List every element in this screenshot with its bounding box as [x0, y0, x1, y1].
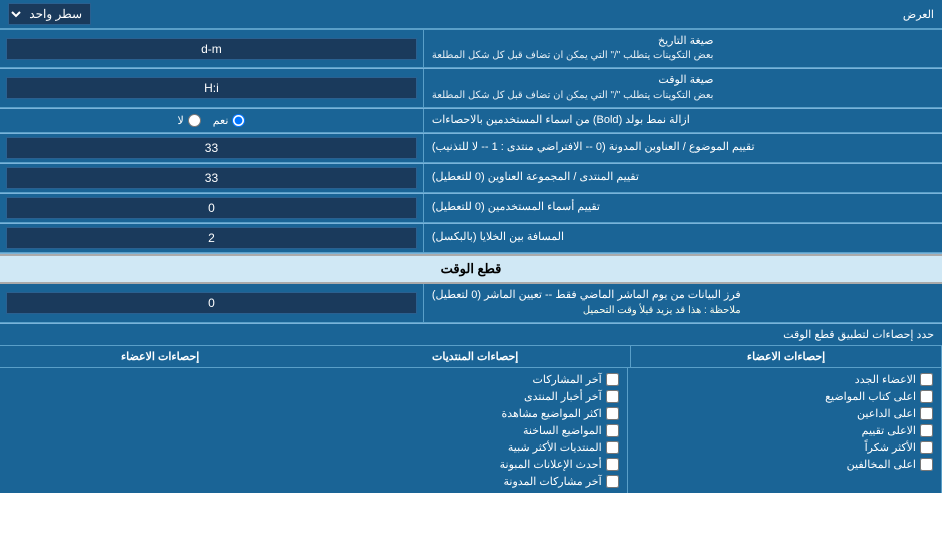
- checkboxes-col2-header: إحصاءات المنتديات: [320, 346, 631, 367]
- checkbox-new-members[interactable]: [920, 373, 933, 386]
- cell-spacing-row: المسافة بين الخلايا (بالبكسل): [0, 224, 942, 254]
- forum-sort-label: تقييم المنتدى / المجموعة العناوين (0 للت…: [424, 164, 942, 193]
- list-item: المواضيع الساخنة: [321, 422, 618, 439]
- date-format-label: صيغة التاريخ بعض التكوينات يتطلب "/" الت…: [424, 30, 942, 68]
- cell-spacing-input[interactable]: [6, 227, 417, 249]
- checkbox-hot-topics[interactable]: [606, 424, 619, 437]
- forum-sort-row: تقييم المنتدى / المجموعة العناوين (0 للت…: [0, 164, 942, 194]
- cell-spacing-input-cell: [0, 224, 424, 253]
- topic-sort-label: تقييم الموضوع / العناوين المدونة (0 -- ا…: [424, 134, 942, 163]
- user-sort-input[interactable]: [6, 197, 417, 219]
- checkboxes-col3-header: إحصاءات الاعضاء: [0, 346, 320, 367]
- stats-apply-label: حدد إحصاءات لتطبيق قطع الوقت: [8, 328, 934, 341]
- bold-remove-row: ازالة نمط بولد (Bold) من اسماء المستخدمي…: [0, 109, 942, 134]
- checkboxes-col1-header: إحصاءات الاعضاء: [631, 346, 942, 367]
- realtime-section-header: قطع الوقت: [0, 254, 942, 284]
- bold-remove-input-cell: نعم لا: [0, 109, 424, 133]
- time-format-row: صيغة الوقت بعض التكوينات يتطلب "/" التي …: [0, 69, 942, 108]
- checkboxes-grid: الاعضاء الجدد اعلى كتاب المواضيع اعلى ال…: [0, 368, 942, 493]
- realtime-row: فرز البيانات من يوم الماشر الماضي فقط --…: [0, 284, 942, 323]
- checkbox-most-active-forums[interactable]: [606, 441, 619, 454]
- checkboxes-col2: آخر المشاركات آخر أخبار المنتدى اكثر الم…: [313, 368, 627, 493]
- radio-no[interactable]: [188, 114, 201, 127]
- realtime-label: فرز البيانات من يوم الماشر الماضي فقط --…: [424, 284, 942, 322]
- forum-sort-input[interactable]: [6, 167, 417, 189]
- list-item: أحدث الإعلانات المبونة: [321, 456, 618, 473]
- checkbox-top-topic-writers[interactable]: [920, 390, 933, 403]
- date-format-input-cell: [0, 30, 424, 68]
- bold-remove-label: ازالة نمط بولد (Bold) من اسماء المستخدمي…: [424, 109, 942, 133]
- stats-apply-row: حدد إحصاءات لتطبيق قطع الوقت: [0, 324, 942, 346]
- list-item: آخر مشاركات المدونة: [321, 473, 618, 490]
- date-format-input[interactable]: [6, 38, 417, 60]
- forum-sort-input-cell: [0, 164, 424, 193]
- time-format-input[interactable]: [6, 77, 417, 99]
- checkbox-top-rated[interactable]: [920, 424, 933, 437]
- list-item: اعلى كتاب المواضيع: [636, 388, 933, 405]
- checkbox-top-posters[interactable]: [920, 407, 933, 420]
- checkboxes-col1: الاعضاء الجدد اعلى كتاب المواضيع اعلى ال…: [628, 368, 942, 493]
- top-header-row: العرض سطر واحد: [0, 0, 942, 30]
- realtime-input[interactable]: [6, 292, 417, 314]
- time-format-label: صيغة الوقت بعض التكوينات يتطلب "/" التي …: [424, 69, 942, 107]
- list-item: اكثر المواضيع مشاهدة: [321, 405, 618, 422]
- checkbox-latest-pinned[interactable]: [606, 458, 619, 471]
- list-item: اعلى الداعين: [636, 405, 933, 422]
- checkboxes-headers-row: إحصاءات الاعضاء إحصاءات المنتديات إحصاءا…: [0, 346, 942, 368]
- radio-yes-label[interactable]: نعم: [213, 114, 246, 127]
- list-item: آخر المشاركات: [321, 371, 618, 388]
- date-format-row: صيغة التاريخ بعض التكوينات يتطلب "/" الت…: [0, 30, 942, 69]
- list-item: الأكثر شكراً: [636, 439, 933, 456]
- checkbox-most-thanked[interactable]: [920, 441, 933, 454]
- checkbox-most-viewed[interactable]: [606, 407, 619, 420]
- topic-sort-input[interactable]: [6, 137, 417, 159]
- realtime-input-cell: [0, 284, 424, 322]
- list-item: آخر أخبار المنتدى: [321, 388, 618, 405]
- top-header-label: العرض: [99, 4, 942, 25]
- user-sort-label: تقييم أسماء المستخدمين (0 للتعطيل): [424, 194, 942, 223]
- checkboxes-col3: [0, 368, 313, 493]
- time-format-input-cell: [0, 69, 424, 107]
- checkbox-latest-forum-news[interactable]: [606, 390, 619, 403]
- list-item: الاعضاء الجدد: [636, 371, 933, 388]
- radio-no-label[interactable]: لا: [177, 114, 200, 127]
- display-select[interactable]: سطر واحد: [8, 3, 91, 25]
- user-sort-row: تقييم أسماء المستخدمين (0 للتعطيل): [0, 194, 942, 224]
- user-sort-input-cell: [0, 194, 424, 223]
- checkbox-latest-posts[interactable]: [606, 373, 619, 386]
- checkbox-top-warned[interactable]: [920, 458, 933, 471]
- list-item: الاعلى تقييم: [636, 422, 933, 439]
- topic-sort-row: تقييم الموضوع / العناوين المدونة (0 -- ا…: [0, 134, 942, 164]
- list-item: المنتديات الأكثر شبية: [321, 439, 618, 456]
- cell-spacing-label: المسافة بين الخلايا (بالبكسل): [424, 224, 942, 253]
- topic-sort-input-cell: [0, 134, 424, 163]
- checkbox-latest-blog-posts[interactable]: [606, 475, 619, 488]
- bold-radio-group: نعم لا: [177, 114, 245, 127]
- list-item: اعلى المخالفين: [636, 456, 933, 473]
- radio-yes[interactable]: [232, 114, 245, 127]
- top-header-select-cell[interactable]: سطر واحد: [0, 0, 99, 28]
